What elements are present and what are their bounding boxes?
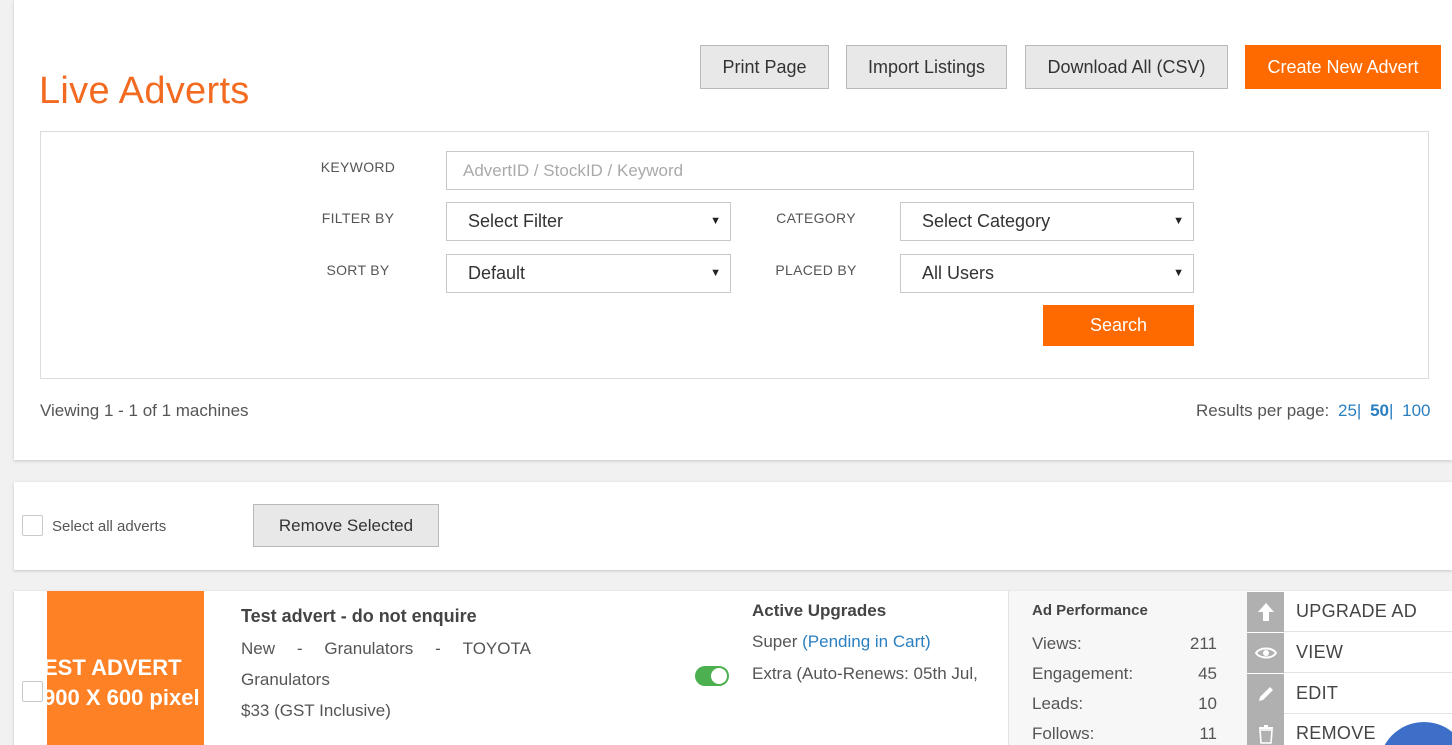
pending-in-cart-link[interactable]: (Pending in Cart): [802, 632, 931, 651]
perf-views: Views: 211: [1032, 634, 1217, 654]
download-csv-button[interactable]: Download All (CSV): [1025, 45, 1228, 89]
listing-condition: New: [241, 639, 276, 658]
upgrade-super: Super (Pending in Cart): [752, 632, 931, 652]
listing-category: Granulators: [324, 639, 414, 658]
keyword-label: KEYWORD: [320, 159, 396, 175]
listing-active-toggle[interactable]: [695, 666, 729, 686]
perf-follows-label: Follows:: [1032, 724, 1095, 743]
per-page-50[interactable]: 50: [1370, 401, 1389, 420]
perf-leads-value: 10: [1198, 694, 1217, 713]
remove-label: REMOVE: [1296, 723, 1376, 743]
chevron-down-icon: ▼: [1173, 215, 1184, 227]
listing-row: EST ADVERT 900 X 600 pixel Test advert -…: [14, 591, 1452, 745]
page-title: Live Adverts: [39, 70, 250, 112]
perf-engagement-value: 45: [1198, 664, 1217, 683]
perf-views-value: 211: [1189, 634, 1217, 653]
category-value: Select Category: [922, 211, 1051, 231]
remove-selected-button[interactable]: Remove Selected: [253, 504, 439, 547]
arrow-up-icon: [1247, 591, 1284, 632]
active-upgrades-title: Active Upgrades: [752, 601, 887, 620]
thumb-line-2: 900 X 600 pixel: [47, 685, 200, 710]
print-page-button[interactable]: Print Page: [700, 45, 829, 89]
edit-button[interactable]: EDIT: [1247, 673, 1452, 714]
upgrade-super-name: Super: [752, 632, 798, 651]
listing-model: Granulators: [241, 670, 330, 689]
listing-specs: New - Granulators - TOYOTA: [241, 639, 531, 659]
search-button[interactable]: Search: [1043, 305, 1194, 346]
category-select[interactable]: Select Category ▼: [900, 202, 1194, 241]
per-page-separator: |: [1388, 401, 1394, 420]
per-page-25[interactable]: 25: [1338, 401, 1357, 420]
perf-leads-label: Leads:: [1032, 694, 1084, 713]
chevron-down-icon: ▼: [1173, 267, 1184, 279]
spec-separator: -: [435, 639, 441, 658]
view-label: VIEW: [1296, 642, 1344, 662]
spec-separator: -: [296, 639, 303, 658]
perf-engagement-label: Engagement:: [1032, 664, 1134, 683]
per-page-separator: |: [1356, 401, 1362, 420]
viewing-count: Viewing 1 - 1 of 1 machines: [40, 401, 249, 420]
placed-by-value: All Users: [922, 263, 995, 283]
results-per-page: Results per page: 25| 50| 100: [1196, 401, 1431, 421]
sort-by-label: SORT BY: [326, 262, 390, 278]
thumb-line-1: EST ADVERT: [47, 655, 182, 680]
upgrade-ad-button[interactable]: UPGRADE AD: [1247, 591, 1452, 632]
select-all-label: Select all adverts: [52, 518, 167, 535]
trash-icon: [1247, 713, 1284, 745]
upgrade-ad-label: UPGRADE AD: [1296, 601, 1418, 621]
filter-box: KEYWORD AdvertID / StockID / Keyword FIL…: [40, 131, 1429, 379]
view-button[interactable]: VIEW: [1247, 632, 1452, 673]
listing-price: $33 (GST Inclusive): [241, 701, 391, 720]
eye-icon: [1247, 632, 1284, 673]
perf-follows-value: 11: [1199, 724, 1217, 743]
pencil-icon: [1247, 673, 1284, 714]
listing-make: TOYOTA: [462, 639, 531, 658]
listing-title[interactable]: Test advert - do not enquire: [241, 606, 477, 627]
chevron-down-icon: ▼: [710, 215, 721, 227]
keyword-input[interactable]: AdvertID / StockID / Keyword: [446, 151, 1194, 190]
listing-checkbox[interactable]: [22, 681, 43, 702]
filter-by-label: FILTER BY: [321, 210, 395, 226]
ad-performance-title: Ad Performance: [1032, 602, 1148, 619]
create-new-advert-button[interactable]: Create New Advert: [1245, 45, 1441, 89]
search-panel: Live Adverts Print Page Import Listings …: [14, 0, 1452, 460]
select-all-checkbox[interactable]: [22, 515, 43, 536]
sort-by-select[interactable]: Default ▼: [446, 254, 731, 293]
perf-engagement: Engagement: 45: [1032, 664, 1217, 684]
edit-label: EDIT: [1296, 683, 1339, 703]
import-listings-button[interactable]: Import Listings: [846, 45, 1007, 89]
per-page-100[interactable]: 100: [1402, 401, 1430, 420]
bulk-actions-bar: Select all adverts Remove Selected: [14, 482, 1452, 570]
placed-by-label: PLACED BY: [775, 262, 857, 278]
filter-by-select[interactable]: Select Filter ▼: [446, 202, 731, 241]
category-label: CATEGORY: [776, 210, 856, 226]
upgrade-extra: Extra (Auto-Renews: 05th Jul,: [752, 664, 978, 683]
ad-performance: Ad Performance Views: 211 Engagement: 45 L…: [1008, 591, 1248, 745]
listing-thumbnail[interactable]: EST ADVERT 900 X 600 pixel: [47, 591, 204, 745]
perf-leads: Leads: 10: [1032, 694, 1217, 714]
keyword-placeholder: AdvertID / StockID / Keyword: [463, 160, 684, 180]
sort-by-value: Default: [468, 263, 526, 283]
perf-follows: Follows: 11: [1032, 724, 1217, 744]
chevron-down-icon: ▼: [710, 267, 721, 279]
filter-by-value: Select Filter: [468, 211, 564, 231]
per-page-label: Results per page:: [1196, 401, 1330, 420]
toggle-knob: [711, 668, 727, 684]
placed-by-select[interactable]: All Users ▼: [900, 254, 1194, 293]
perf-views-label: Views:: [1032, 634, 1082, 653]
